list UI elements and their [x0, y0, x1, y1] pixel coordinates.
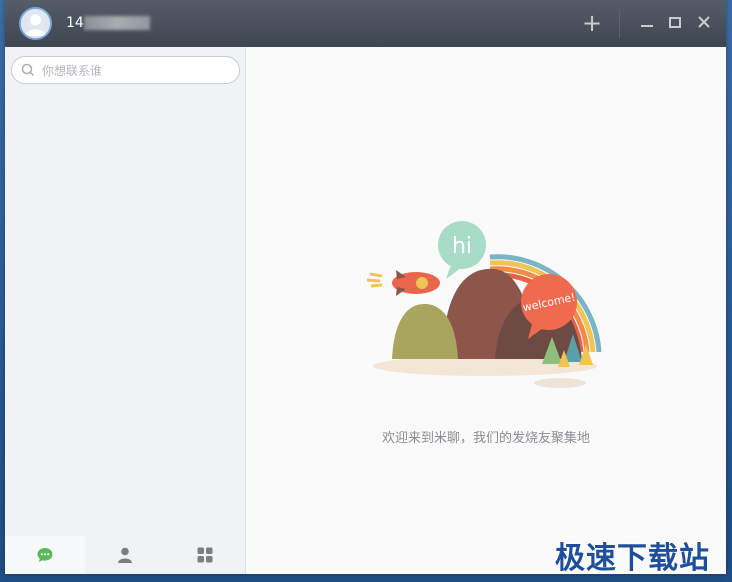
search-box[interactable]: [11, 56, 240, 84]
welcome-message: 欢迎来到米聊，我们的发烧友聚集地: [381, 431, 590, 446]
apps-grid-icon: [197, 547, 213, 563]
nav-tab-apps[interactable]: [165, 536, 245, 574]
svg-text:hi: hi: [452, 234, 472, 259]
maximize-icon: [669, 17, 681, 28]
user-avatar[interactable]: [19, 7, 52, 40]
redacted-user-id: [84, 16, 150, 30]
main-panel: hi welcome! 欢迎来到米聊，我们的发烧友聚集地: [246, 47, 726, 574]
ground-shadow-small: [534, 378, 586, 388]
title-bar[interactable]: 14 +: [5, 0, 726, 47]
username-label: 14: [66, 15, 84, 31]
sidebar: [5, 47, 246, 574]
search-icon: [21, 63, 35, 77]
chat-bubble-icon: [37, 548, 53, 562]
maximize-button[interactable]: [667, 14, 683, 35]
rocket-icon: [366, 270, 440, 296]
bottom-nav: [5, 536, 245, 574]
nav-tab-messages[interactable]: [5, 536, 85, 574]
add-button[interactable]: +: [581, 11, 603, 35]
avatar-person-icon: [21, 9, 50, 38]
contacts-person-icon: [118, 547, 132, 563]
close-button[interactable]: [696, 14, 712, 35]
app-window: 14 + 你想联系谁 hi welcome! 欢迎来到米聊，我们的发烧友聚集地: [5, 0, 726, 574]
close-icon: [698, 16, 710, 28]
title-bar-divider: [619, 10, 620, 38]
minimize-button[interactable]: [639, 13, 655, 36]
nav-tab-contacts[interactable]: [85, 536, 165, 574]
hi-speech-bubble: hi: [438, 221, 486, 279]
welcome-illustration: hi welcome!: [366, 221, 602, 388]
watermark-logo: 极速下载站: [555, 541, 710, 576]
search-input[interactable]: [40, 61, 234, 81]
plus-icon: +: [581, 9, 603, 37]
minimize-icon: [641, 25, 653, 27]
